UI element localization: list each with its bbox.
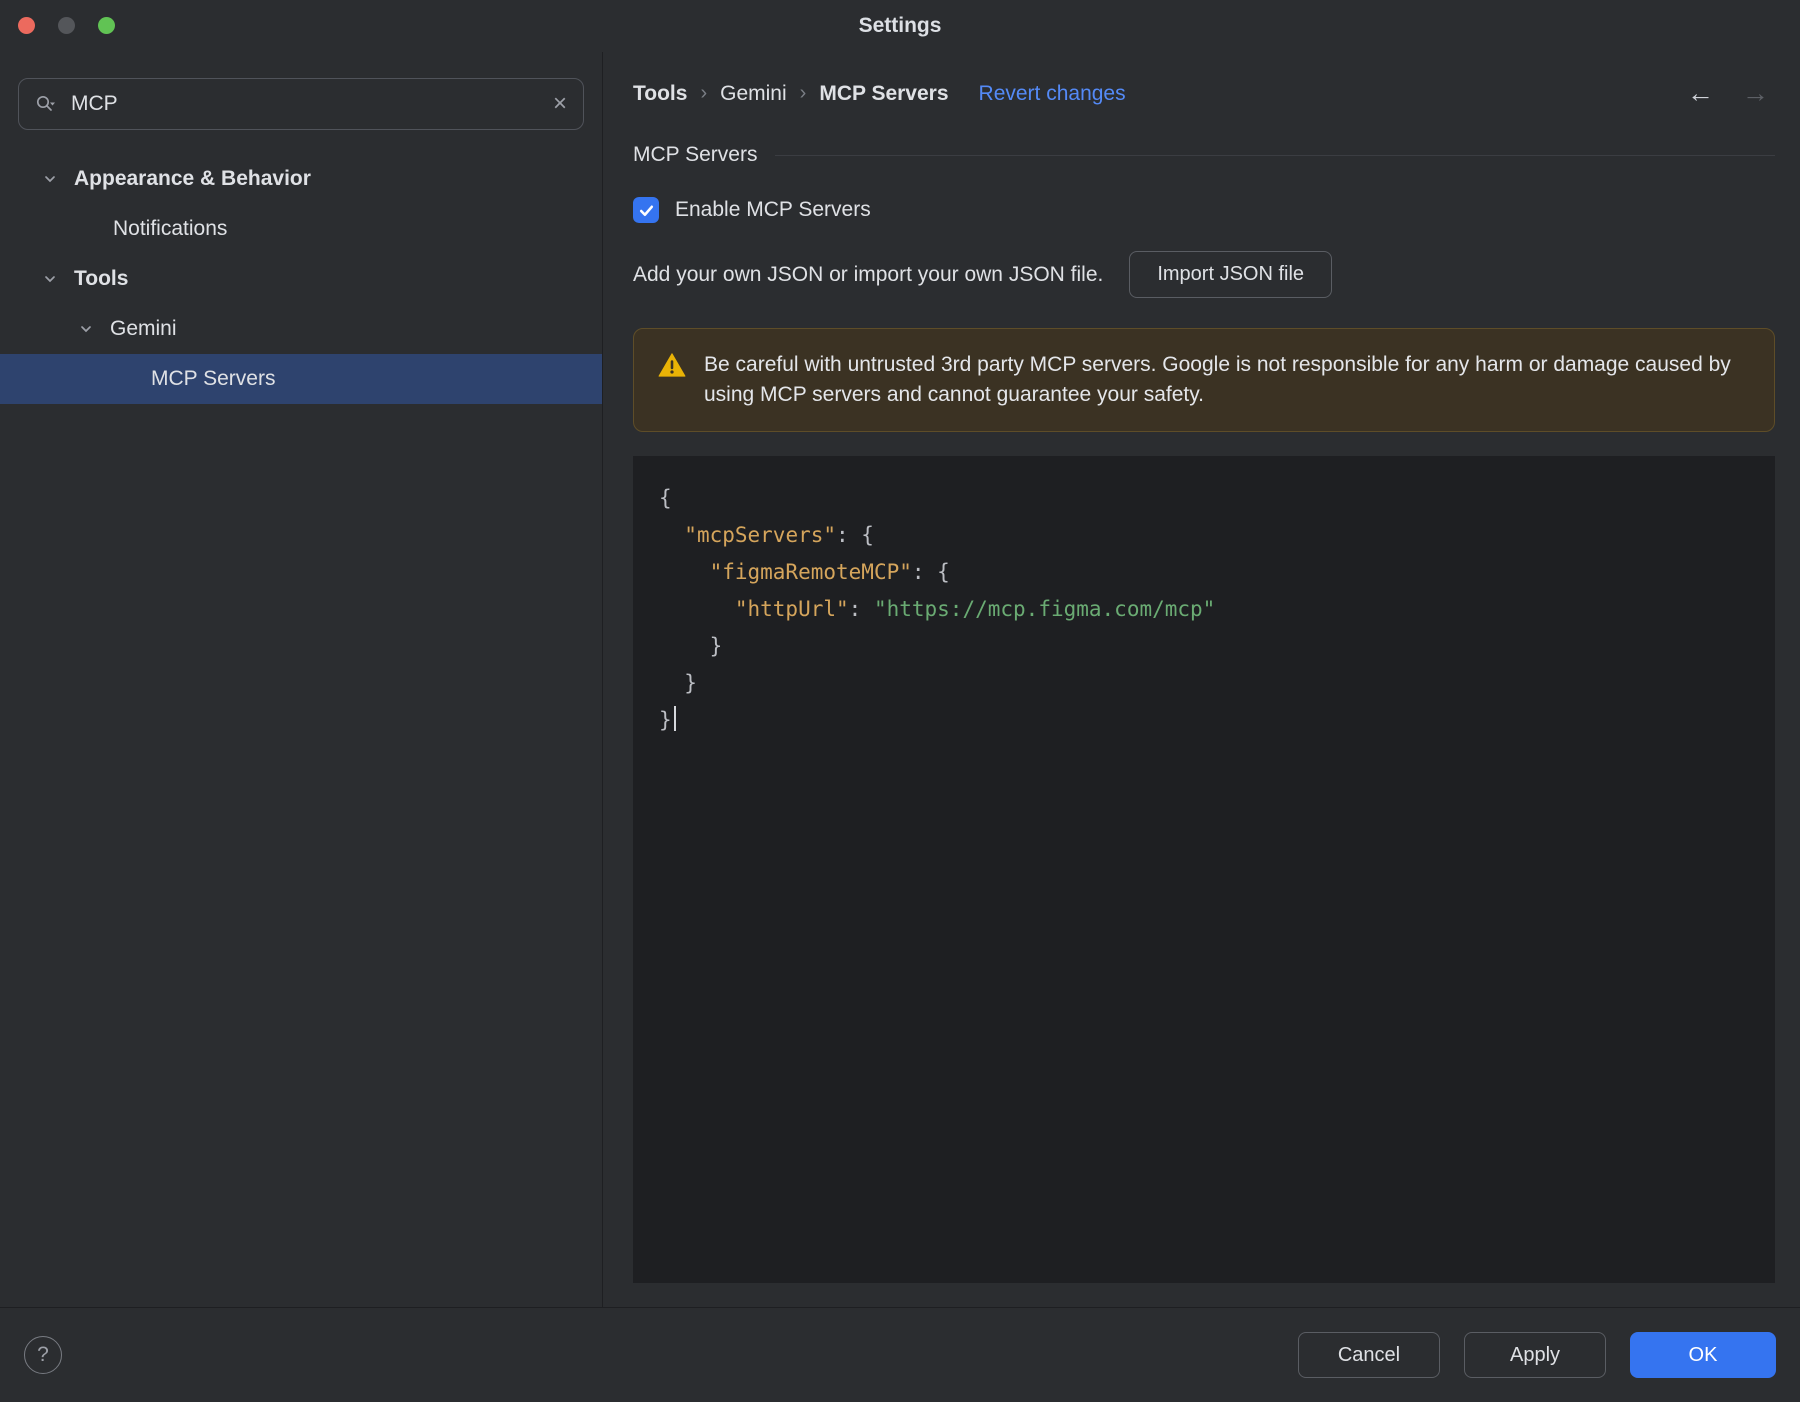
sidebar-item-notifications[interactable]: Notifications — [0, 204, 602, 254]
breadcrumb-gemini[interactable]: Gemini — [720, 82, 787, 106]
breadcrumb-mcp-servers[interactable]: MCP Servers — [819, 82, 948, 106]
breadcrumb: Tools › Gemini › MCP Servers Revert chan… — [633, 78, 1775, 109]
close-button[interactable] — [18, 17, 35, 34]
breadcrumb-separator: › — [700, 82, 708, 104]
cancel-button[interactable]: Cancel — [1298, 1332, 1440, 1378]
back-arrow-icon[interactable]: ← — [1687, 78, 1714, 109]
sidebar-item-label: Appearance & Behavior — [74, 167, 311, 190]
json-editor-content: { "mcpServers": { "figmaRemoteMCP": { "h… — [659, 486, 1216, 733]
import-hint-text: Add your own JSON or import your own JSO… — [633, 262, 1104, 286]
sidebar-item-mcp-servers[interactable]: MCP Servers — [0, 354, 602, 404]
import-json-button[interactable]: Import JSON file — [1129, 251, 1333, 298]
settings-sidebar: × Appearance & Behavior Notifications To… — [0, 52, 603, 1307]
search-input[interactable] — [69, 91, 541, 117]
settings-window: Settings × A — [0, 0, 1800, 1402]
enable-mcp-row[interactable]: Enable MCP Servers — [633, 197, 1775, 223]
ok-button[interactable]: OK — [1630, 1332, 1776, 1378]
clear-search-icon[interactable]: × — [553, 92, 567, 116]
section-title: MCP Servers — [633, 143, 758, 166]
sidebar-item-label: MCP Servers — [151, 367, 276, 390]
help-button[interactable]: ? — [24, 1336, 62, 1374]
chevron-down-icon[interactable] — [78, 321, 94, 337]
warning-icon — [658, 352, 686, 387]
history-nav: ← → — [1687, 78, 1775, 109]
enable-mcp-checkbox[interactable] — [633, 197, 659, 223]
breadcrumb-separator: › — [799, 82, 807, 104]
sidebar-item-gemini[interactable]: Gemini — [0, 304, 602, 354]
window-title: Settings — [858, 14, 942, 37]
search-icon[interactable] — [35, 94, 57, 114]
json-editor[interactable]: { "mcpServers": { "figmaRemoteMCP": { "h… — [633, 456, 1775, 1283]
sidebar-item-tools[interactable]: Tools — [0, 254, 602, 304]
chevron-down-icon[interactable] — [42, 271, 58, 287]
zoom-button[interactable] — [98, 17, 115, 34]
settings-tree: Appearance & Behavior Notifications Tool… — [0, 154, 602, 404]
forward-arrow-icon[interactable]: → — [1742, 78, 1769, 109]
dialog-footer: ? Cancel Apply OK — [0, 1307, 1800, 1402]
apply-button[interactable]: Apply — [1464, 1332, 1606, 1378]
warning-text: Be careful with untrusted 3rd party MCP … — [704, 353, 1731, 407]
traffic-lights — [18, 17, 115, 34]
chevron-down-icon[interactable] — [42, 171, 58, 187]
sidebar-item-label: Gemini — [110, 317, 177, 340]
titlebar: Settings — [0, 0, 1800, 52]
warning-banner: Be careful with untrusted 3rd party MCP … — [633, 328, 1775, 433]
section-header: MCP Servers — [633, 143, 1775, 167]
revert-changes-link[interactable]: Revert changes — [979, 82, 1126, 106]
sidebar-item-label: Notifications — [113, 217, 228, 240]
sidebar-item-label: Tools — [74, 267, 129, 290]
sidebar-item-appearance-behavior[interactable]: Appearance & Behavior — [0, 154, 602, 204]
breadcrumb-tools[interactable]: Tools — [633, 82, 687, 106]
search-field[interactable]: × — [18, 78, 584, 130]
section-divider — [775, 154, 1775, 156]
enable-mcp-label: Enable MCP Servers — [675, 198, 871, 221]
import-row: Add your own JSON or import your own JSO… — [633, 251, 1775, 298]
mcp-servers-panel: Tools › Gemini › MCP Servers Revert chan… — [603, 52, 1800, 1307]
minimize-button[interactable] — [58, 17, 75, 34]
